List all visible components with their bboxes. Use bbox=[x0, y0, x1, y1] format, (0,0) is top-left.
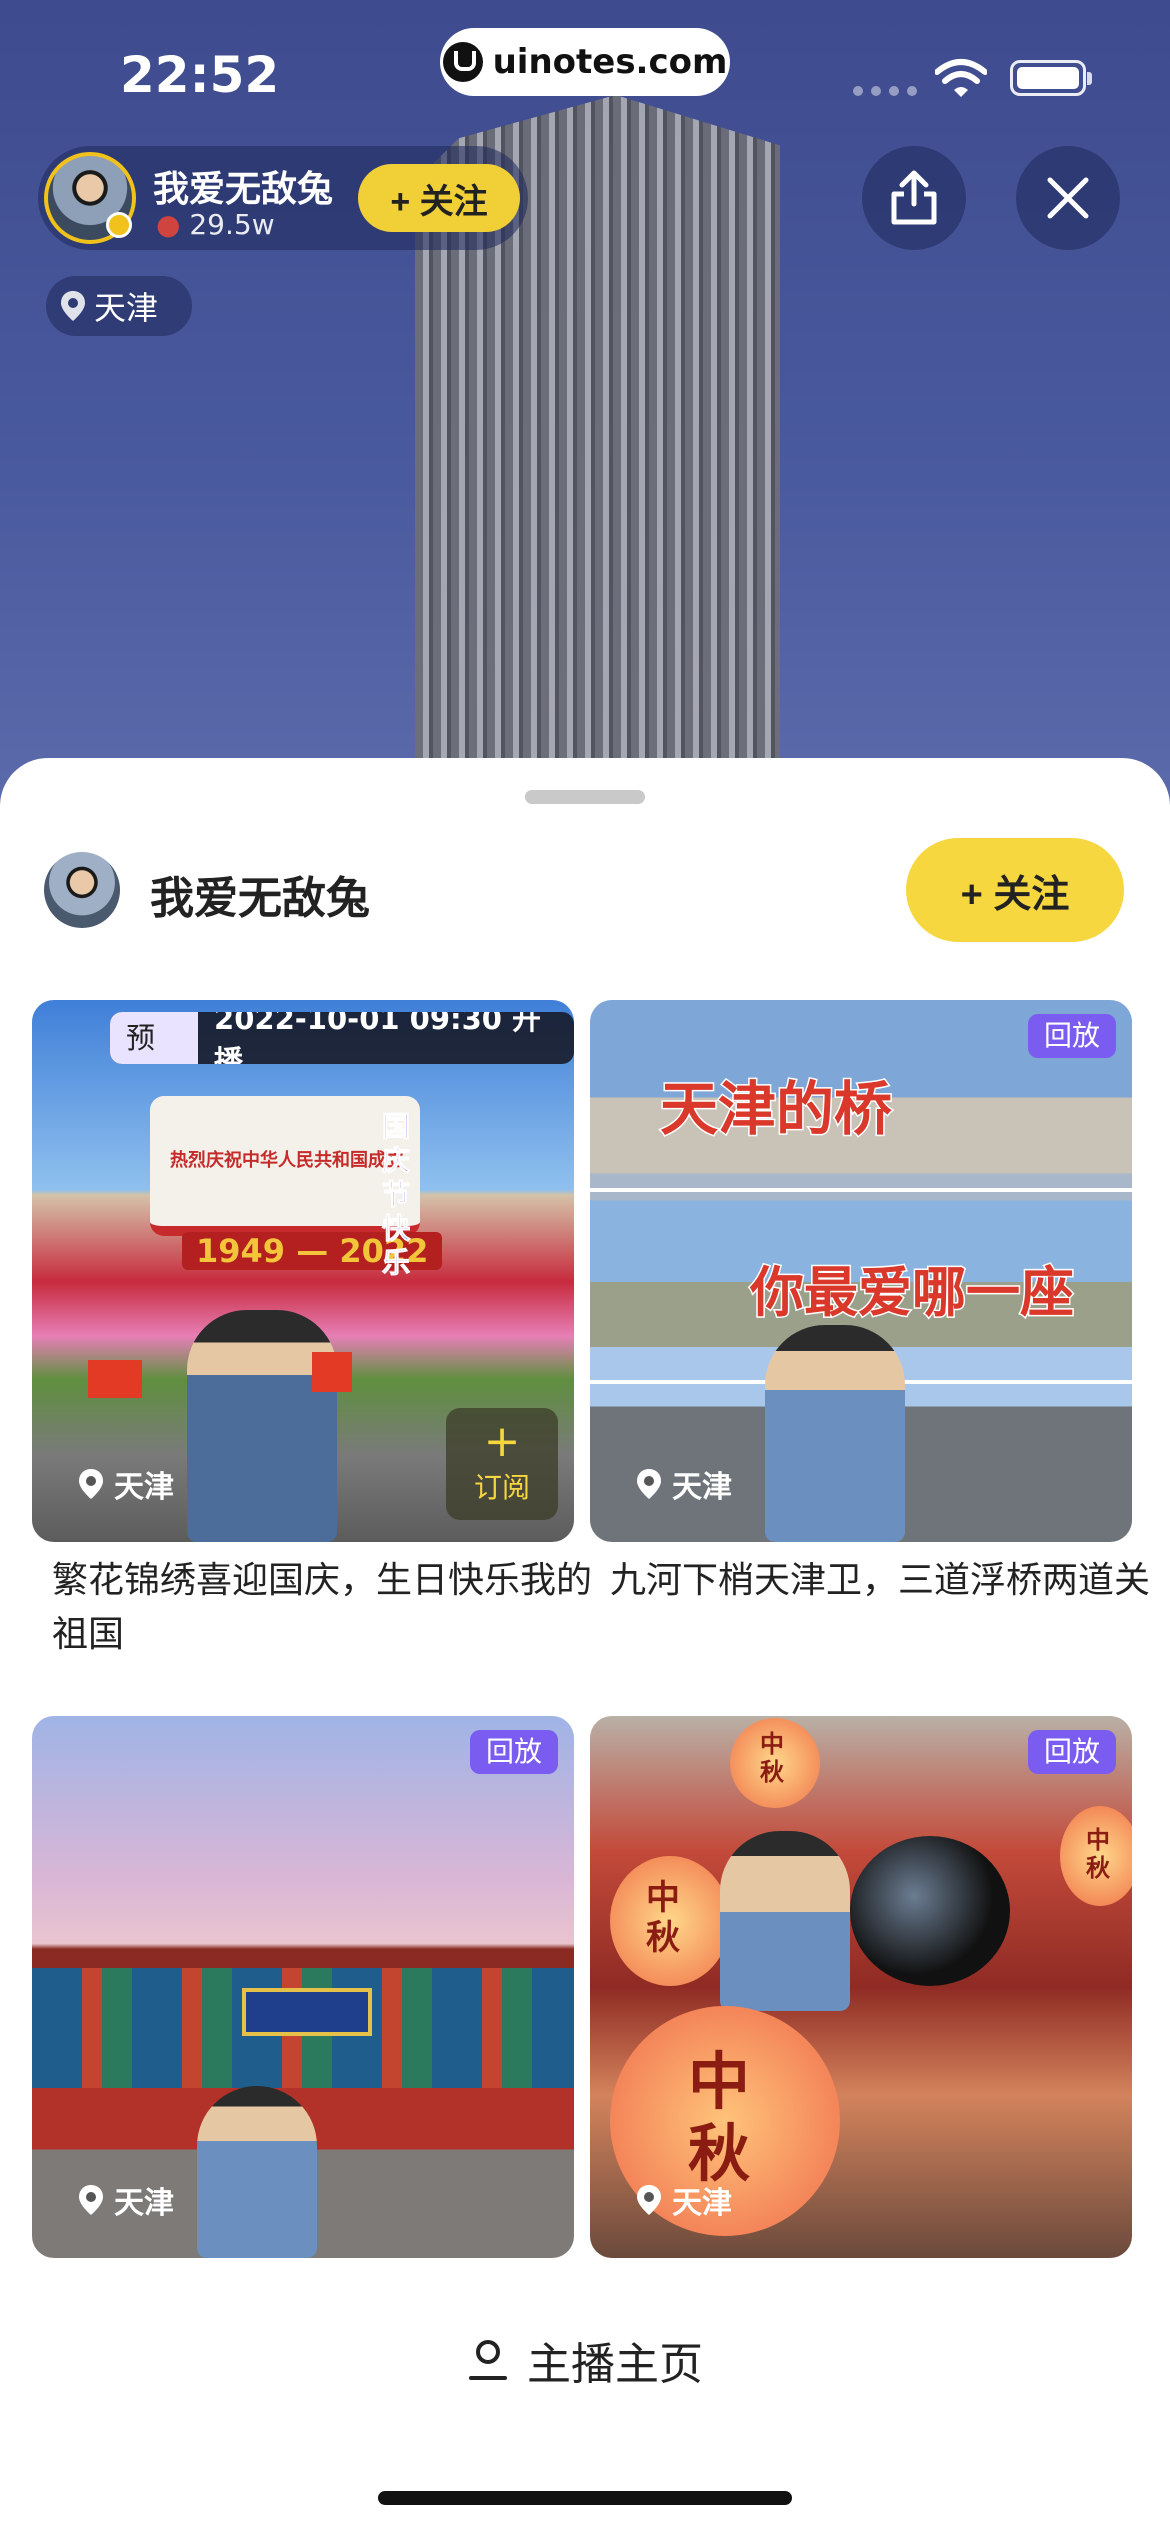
home-indicator[interactable] bbox=[378, 2491, 792, 2505]
url-pill: uinotes.com bbox=[440, 28, 730, 96]
overlay-subtitle: 你最爱哪一座 bbox=[749, 1260, 1076, 1326]
replay-tag: 回放 bbox=[469, 1730, 558, 1774]
lantern-text: 中秋 bbox=[646, 1878, 680, 1958]
lantern-text: 中秋 bbox=[1086, 1826, 1110, 1882]
location-pin-icon bbox=[79, 1469, 103, 1499]
collage-divider bbox=[590, 1188, 1132, 1192]
preview-time: 2022-10-01 09:30 开播 bbox=[214, 1012, 542, 1064]
overlay-title: 天津的桥 bbox=[658, 1074, 893, 1145]
lantern-text: 中秋 bbox=[760, 1730, 784, 1786]
close-button[interactable] bbox=[1016, 146, 1120, 250]
location-pill[interactable]: 天津 bbox=[46, 276, 192, 336]
card-location: 天津 bbox=[636, 2178, 732, 2222]
lantern-image: 中秋 bbox=[730, 1718, 820, 1808]
replay-tag: 回放 bbox=[1027, 1014, 1116, 1058]
flame-icon: ● bbox=[156, 208, 181, 241]
card-title[interactable]: 九河下梢天津卫，三道浮桥两道关 bbox=[610, 1554, 1150, 1608]
location-pin-icon bbox=[79, 2185, 103, 2215]
share-button[interactable] bbox=[862, 146, 966, 250]
host-homepage-label: 主播主页 bbox=[527, 2339, 703, 2390]
location-pin-icon bbox=[637, 2185, 661, 2215]
lantern-image: 中秋 bbox=[610, 1856, 730, 1986]
camera-image bbox=[850, 1836, 1010, 1986]
heat-value: 29.5w bbox=[189, 208, 275, 241]
replay-card[interactable]: 中秋 中秋 中秋 中秋 回放 天津 bbox=[590, 1716, 1132, 2258]
card-location: 天津 bbox=[78, 2178, 174, 2222]
status-time: 22:52 bbox=[120, 46, 280, 104]
lantern-image: 中秋 bbox=[1060, 1806, 1132, 1906]
festival-vertical-text: 国庆节快乐 bbox=[382, 1110, 411, 1280]
preview-schedule-bar: 预告 2022-10-01 09:30 开播 bbox=[110, 1012, 574, 1064]
host-figure bbox=[765, 1325, 905, 1542]
billboard-image: 热烈庆祝中华人民共和国成立 bbox=[150, 1096, 420, 1236]
battery-icon bbox=[1010, 60, 1092, 96]
sheet-drag-handle[interactable] bbox=[525, 790, 645, 804]
host-heat-count: ● 29.5w bbox=[156, 208, 275, 241]
status-bar: 22:52 uinotes.com bbox=[0, 0, 1170, 150]
host-info-pill[interactable]: 我爱无敌兔 ● 29.5w + 关注 bbox=[38, 146, 528, 250]
subscribe-button[interactable]: + 订阅 bbox=[446, 1408, 558, 1520]
card-location-text: 天津 bbox=[672, 2186, 732, 2221]
follow-button[interactable]: + 关注 bbox=[906, 838, 1124, 942]
card-title[interactable]: 繁花锦绣喜迎国庆，生日快乐我的祖国 bbox=[52, 1554, 592, 1662]
host-figure bbox=[197, 2086, 317, 2258]
flag-right bbox=[312, 1352, 352, 1392]
flag-left bbox=[88, 1360, 142, 1398]
host-profile-sheet: 我爱无敌兔 + 关注 热烈庆祝中华人民共和国成立 1949 — 2022 国庆节… bbox=[0, 758, 1170, 2532]
replay-card[interactable]: 天津的桥 你最爱哪一座 回放 天津 bbox=[590, 1000, 1132, 1542]
user-icon bbox=[469, 2340, 507, 2380]
archway-plaque bbox=[242, 1988, 372, 2036]
sheet-host-avatar[interactable] bbox=[44, 852, 120, 928]
billboard-text: 热烈庆祝中华人民共和国成立 bbox=[170, 1150, 404, 1171]
host-homepage-link[interactable]: 主播主页 bbox=[0, 2328, 1170, 2392]
location-pin-icon bbox=[61, 291, 85, 321]
live-badge-icon bbox=[106, 212, 132, 238]
follow-button-top[interactable]: + 关注 bbox=[358, 164, 520, 232]
url-text: uinotes.com bbox=[492, 42, 728, 82]
subscribe-label: 订阅 bbox=[473, 1471, 530, 1504]
card-location: 天津 bbox=[78, 1462, 174, 1506]
preview-tag: 预告 bbox=[110, 1012, 199, 1064]
card-location-text: 天津 bbox=[114, 2186, 174, 2221]
replay-card[interactable]: 回放 天津 bbox=[32, 1716, 574, 2258]
uinotes-logo-icon bbox=[442, 42, 483, 82]
cellular-signal-icon bbox=[853, 86, 917, 96]
card-location: 天津 bbox=[636, 1462, 732, 1506]
share-icon bbox=[891, 170, 937, 225]
close-icon bbox=[1047, 177, 1089, 219]
live-card-preview[interactable]: 热烈庆祝中华人民共和国成立 1949 — 2022 国庆节快乐 预告 2022-… bbox=[32, 1000, 574, 1542]
host-figure bbox=[187, 1310, 337, 1542]
card-location-text: 天津 bbox=[114, 1470, 174, 1505]
plus-icon: + bbox=[483, 1416, 521, 1467]
lantern-text: 中秋 bbox=[688, 2045, 751, 2190]
wifi-icon bbox=[935, 59, 987, 97]
location-text: 天津 bbox=[94, 289, 159, 327]
location-pin-icon bbox=[637, 1469, 661, 1499]
card-location-text: 天津 bbox=[672, 1470, 732, 1505]
host-name: 我爱无敌兔 bbox=[153, 169, 334, 210]
host-figure bbox=[720, 1831, 850, 2011]
replay-tag: 回放 bbox=[1027, 1730, 1116, 1774]
sheet-host-name: 我爱无敌兔 bbox=[150, 873, 370, 924]
